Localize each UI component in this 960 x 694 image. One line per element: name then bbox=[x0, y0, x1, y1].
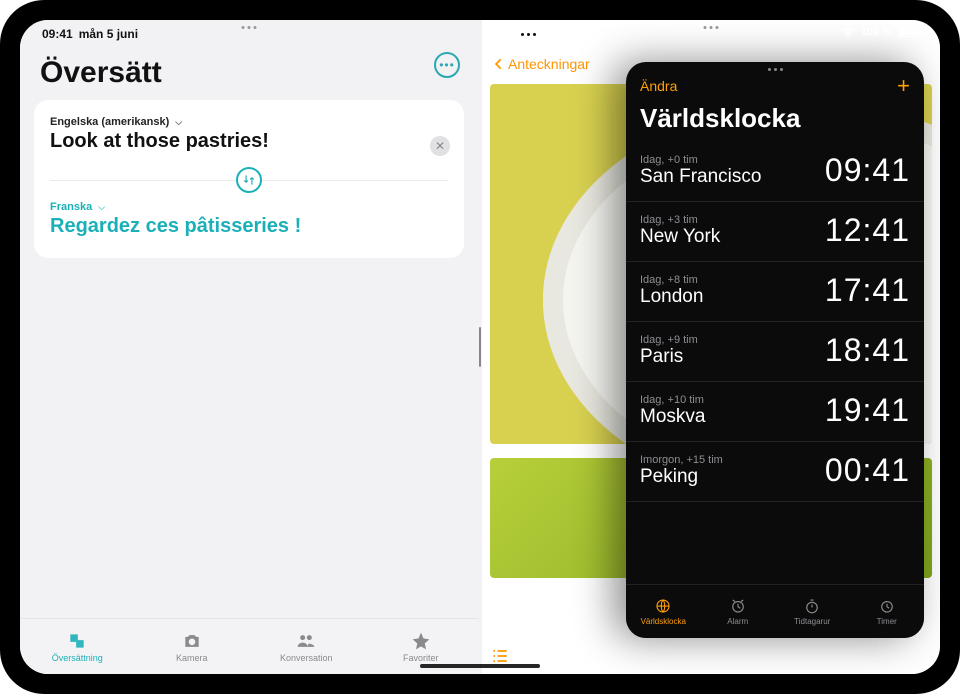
clock-offset: Idag, +10 tim bbox=[640, 394, 705, 406]
alarm-icon bbox=[728, 597, 748, 615]
clock-row[interactable]: Idag, +8 tim London 17:41 bbox=[626, 262, 924, 322]
translation-card: Engelska (amerikansk) Look at those past… bbox=[34, 100, 464, 258]
clock-time: 19:41 bbox=[825, 392, 910, 429]
add-clock-button[interactable]: + bbox=[897, 73, 910, 99]
tab-timer[interactable]: Timer bbox=[850, 585, 925, 638]
notes-app-pane: Anteckningar Ändra + Världs bbox=[482, 20, 940, 674]
clock-time: 17:41 bbox=[825, 272, 910, 309]
tab-label: Världsklocka bbox=[641, 617, 686, 626]
clock-row[interactable]: Idag, +0 tim San Francisco 09:41 bbox=[626, 142, 924, 202]
tab-label: Timer bbox=[877, 617, 897, 626]
clock-tab-bar: Världsklocka Alarm Tidtagarur Timer bbox=[626, 584, 924, 638]
tab-stopwatch[interactable]: Tidtagarur bbox=[775, 585, 850, 638]
chevron-left-icon bbox=[492, 57, 506, 71]
world-clock-list[interactable]: Idag, +0 tim San Francisco 09:41 Idag, +… bbox=[626, 142, 924, 584]
translate-icon bbox=[66, 631, 88, 651]
clock-offset: Idag, +3 tim bbox=[640, 214, 720, 226]
stopwatch-icon bbox=[802, 597, 822, 615]
tab-label: Kamera bbox=[176, 653, 208, 663]
notes-toolbar bbox=[490, 646, 510, 666]
clock-city: Moskva bbox=[640, 406, 705, 428]
tab-world-clock[interactable]: Världsklocka bbox=[626, 585, 701, 638]
screen: 09:41 mån 5 juni 100 % ••• Översätt bbox=[20, 20, 940, 674]
tab-translate[interactable]: Översättning bbox=[20, 619, 135, 674]
multitasking-dots-icon[interactable] bbox=[519, 33, 537, 36]
tab-label: Översättning bbox=[52, 653, 103, 663]
wifi-icon bbox=[841, 27, 855, 37]
translate-app-pane: ••• Översätt Engelska (amerikansk) Look … bbox=[20, 20, 478, 674]
clock-time: 09:41 bbox=[825, 152, 910, 189]
star-icon bbox=[410, 631, 432, 651]
status-bar: 09:41 mån 5 juni 100 % bbox=[20, 20, 940, 44]
notes-back-button[interactable]: Anteckningar bbox=[492, 56, 590, 72]
clock-time: 12:41 bbox=[825, 212, 910, 249]
checklist-icon[interactable] bbox=[490, 646, 510, 666]
clock-offset: Idag, +0 tim bbox=[640, 154, 761, 166]
clock-title: Världsklocka bbox=[626, 99, 924, 142]
clock-city: Paris bbox=[640, 346, 698, 368]
clock-time: 18:41 bbox=[825, 332, 910, 369]
clock-city: Peking bbox=[640, 466, 723, 488]
clock-offset: Idag, +9 tim bbox=[640, 334, 698, 346]
source-language-selector[interactable]: Engelska (amerikansk) bbox=[50, 116, 448, 128]
clock-row[interactable]: Imorgon, +15 tim Peking 00:41 bbox=[626, 442, 924, 502]
more-options-button[interactable]: ••• bbox=[434, 52, 460, 78]
clock-row[interactable]: Idag, +9 tim Paris 18:41 bbox=[626, 322, 924, 382]
multitasking-dots-icon[interactable] bbox=[768, 62, 783, 73]
tab-label: Favoriter bbox=[403, 653, 439, 663]
clock-slideover-panel: Ändra + Världsklocka Idag, +0 tim San Fr… bbox=[626, 62, 924, 638]
back-label: Anteckningar bbox=[508, 56, 590, 72]
translated-text: Regardez ces pâtisseries ! bbox=[50, 215, 448, 238]
clock-row[interactable]: Idag, +3 tim New York 12:41 bbox=[626, 202, 924, 262]
tab-label: Konversation bbox=[280, 653, 333, 663]
globe-icon bbox=[653, 597, 673, 615]
clock-city: San Francisco bbox=[640, 166, 761, 188]
swap-icon bbox=[242, 173, 256, 187]
target-language-selector[interactable]: Franska bbox=[50, 201, 448, 213]
clear-input-button[interactable]: ✕ bbox=[430, 136, 450, 156]
timer-icon bbox=[877, 597, 897, 615]
translate-tab-bar: Översättning Kamera Konversation Favorit… bbox=[20, 618, 478, 674]
tab-alarm[interactable]: Alarm bbox=[701, 585, 776, 638]
source-text[interactable]: Look at those pastries! bbox=[50, 130, 448, 153]
battery-percent: 100 % bbox=[861, 26, 892, 38]
people-icon bbox=[295, 631, 317, 651]
language-divider bbox=[50, 169, 448, 191]
clock-time: 00:41 bbox=[825, 452, 910, 489]
edit-clocks-button[interactable]: Ändra bbox=[640, 78, 677, 94]
clock-offset: Imorgon, +15 tim bbox=[640, 454, 723, 466]
clock-city: New York bbox=[640, 226, 720, 248]
tab-label: Alarm bbox=[727, 617, 748, 626]
clock-city: London bbox=[640, 286, 703, 308]
swap-languages-button[interactable] bbox=[236, 167, 262, 193]
status-date: mån 5 juni bbox=[79, 27, 138, 41]
tab-conversation[interactable]: Konversation bbox=[249, 619, 364, 674]
battery-icon bbox=[898, 27, 918, 37]
ipad-device-frame: 09:41 mån 5 juni 100 % ••• Översätt bbox=[0, 0, 960, 694]
tab-label: Tidtagarur bbox=[794, 617, 830, 626]
clock-row[interactable]: Idag, +10 tim Moskva 19:41 bbox=[626, 382, 924, 442]
page-title: Översätt bbox=[40, 56, 458, 90]
status-time: 09:41 bbox=[42, 27, 73, 41]
home-indicator[interactable] bbox=[420, 664, 540, 668]
clock-offset: Idag, +8 tim bbox=[640, 274, 703, 286]
split-view: ••• Översätt Engelska (amerikansk) Look … bbox=[20, 20, 940, 674]
camera-icon bbox=[181, 631, 203, 651]
tab-camera[interactable]: Kamera bbox=[135, 619, 250, 674]
